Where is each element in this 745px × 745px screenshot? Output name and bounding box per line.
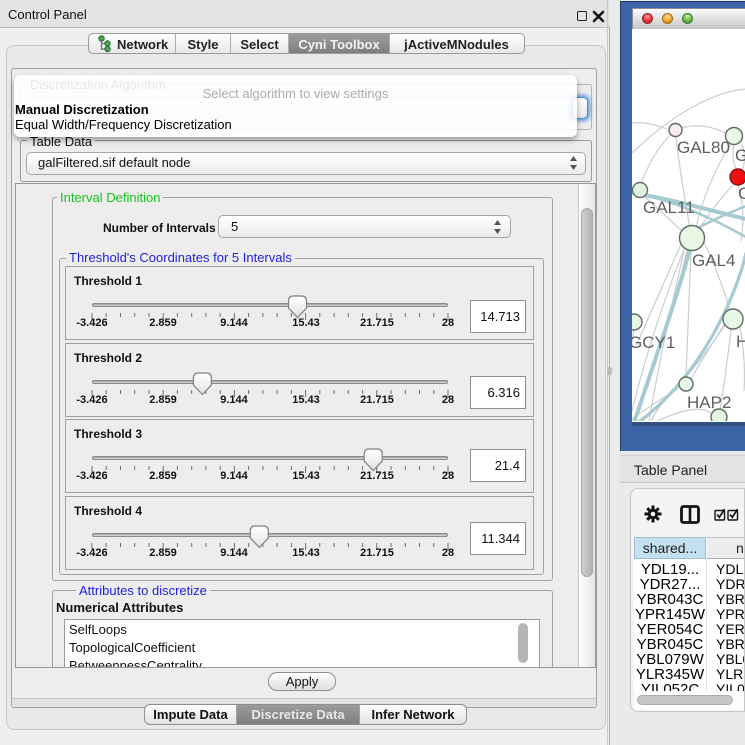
svg-text:GCY1: GCY1 xyxy=(632,333,675,352)
svg-text:GAL4: GAL4 xyxy=(692,251,735,270)
svg-text:HAP2: HAP2 xyxy=(687,393,731,412)
svg-text:GAL80: GAL80 xyxy=(677,138,730,157)
svg-text:H: H xyxy=(736,332,745,351)
svg-text:G: G xyxy=(735,146,745,165)
svg-text:C: C xyxy=(738,184,745,203)
svg-text:GAL11: GAL11 xyxy=(643,198,695,217)
